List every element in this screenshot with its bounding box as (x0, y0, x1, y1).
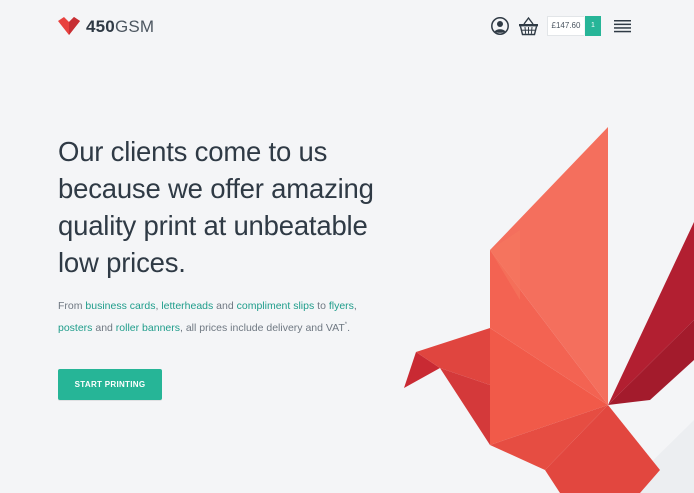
user-circle-icon[interactable] (491, 17, 509, 35)
subtext-end: . (347, 322, 351, 334)
hero-headline: Our clients come to us because we offer … (58, 136, 374, 278)
hamburger-menu-icon[interactable] (614, 19, 631, 33)
basket-icon[interactable] (518, 16, 539, 36)
link-compliment-slips[interactable]: compliment slips (237, 300, 315, 312)
link-flyers[interactable]: flyers (329, 300, 354, 312)
cart-count-badge[interactable]: 1 (585, 16, 601, 36)
subtext-and: and (213, 300, 237, 312)
link-business-cards[interactable]: business cards (85, 300, 155, 312)
site-header: 450GSM £147.60 1 (0, 0, 694, 56)
subtext-suffix: , all prices include delivery and VAT (180, 322, 345, 334)
link-letterheads[interactable]: letterheads (161, 300, 213, 312)
logo-number: 450 (86, 16, 115, 36)
cart-total[interactable]: £147.60 (547, 16, 584, 36)
subtext-prefix: From (58, 300, 86, 312)
subtext-and: and (92, 322, 116, 334)
subtext-separator: , (353, 300, 357, 312)
logo[interactable]: 450GSM (58, 14, 154, 38)
link-posters[interactable]: posters (58, 322, 92, 334)
heart-chevron-icon (58, 17, 80, 35)
start-printing-button[interactable]: START PRINTING (58, 369, 162, 400)
hero-subtext: From business cards, letterheads and com… (58, 297, 398, 338)
logo-unit: GSM (114, 16, 155, 36)
link-roller-banners[interactable]: roller banners (116, 322, 180, 334)
subtext-to: to (314, 300, 329, 312)
logo-text: 450GSM (86, 18, 154, 35)
